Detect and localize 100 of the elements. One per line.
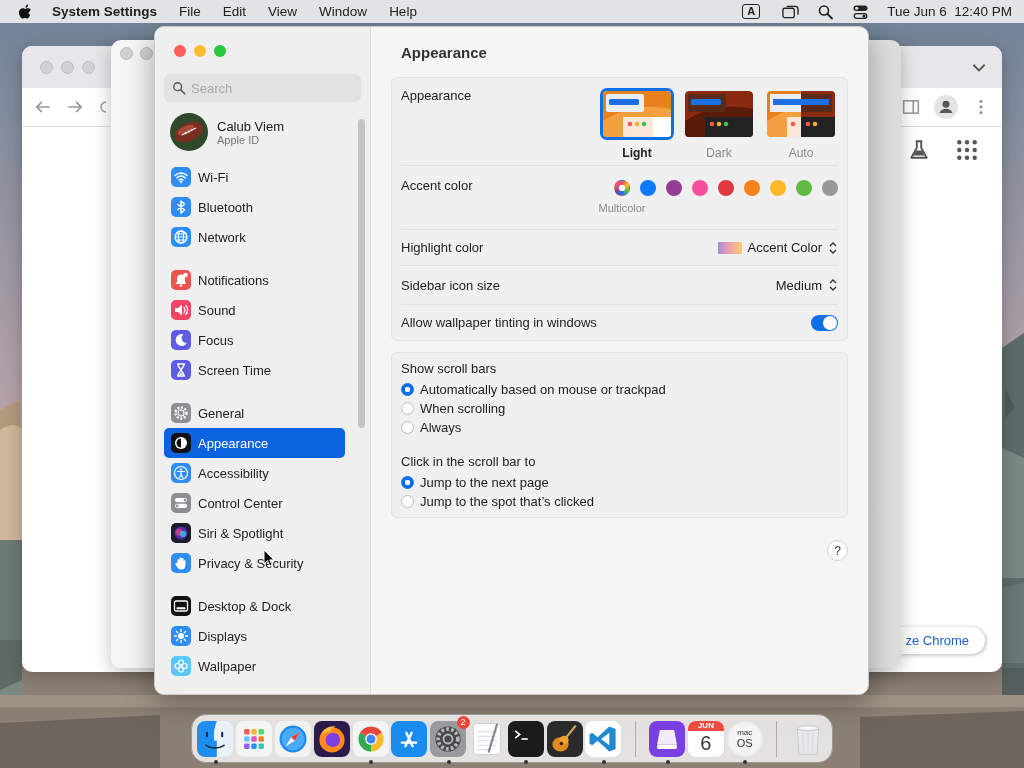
apple-logo-icon[interactable] [18, 3, 32, 20]
accent-swatch[interactable] [822, 180, 838, 196]
flask-icon[interactable] [908, 139, 930, 161]
gear-icon[interactable] [430, 720, 467, 757]
flower-icon [171, 656, 191, 676]
search-icon [172, 81, 186, 96]
drive-icon[interactable] [649, 720, 686, 757]
accent-swatch[interactable] [744, 180, 760, 196]
highlight-popup[interactable]: Accent Color [717, 240, 838, 255]
app-menu[interactable]: System Settings [52, 4, 158, 19]
search-field[interactable]: Search [164, 74, 361, 103]
terminal-icon[interactable] [507, 720, 544, 757]
input-source-indicator[interactable]: A [742, 4, 761, 19]
sidebar-item[interactable]: Network [164, 222, 345, 252]
sidebar-item[interactable]: Sound [164, 295, 345, 325]
toggles-icon[interactable] [852, 3, 870, 20]
close-button[interactable] [174, 44, 186, 57]
account-name[interactable]: Calub Viem [217, 118, 284, 134]
radio-button[interactable] [401, 402, 414, 415]
toggle-switch[interactable] [811, 314, 838, 331]
installer-label: mac [737, 728, 753, 737]
sidebar-item[interactable]: Notifications [164, 265, 345, 295]
accent-swatch[interactable] [640, 180, 656, 196]
finder-face-icon[interactable] [197, 720, 234, 757]
sidebar-item[interactable]: General [164, 398, 345, 428]
wifi-icon [171, 167, 191, 187]
menu-item[interactable]: View [268, 4, 298, 19]
sidebar-item[interactable]: Wi-Fi [164, 162, 345, 192]
app-store-icon[interactable] [391, 720, 428, 757]
sidebar-item[interactable]: Wallpaper [164, 651, 345, 681]
apps-grid-icon[interactable] [956, 139, 978, 161]
sidebar-item[interactable]: Appearance [164, 428, 345, 458]
setting-label: Show scroll bars [401, 361, 498, 378]
fox-globe-icon[interactable] [313, 720, 350, 757]
ribbon-icon[interactable] [585, 720, 622, 757]
setting-label: Appearance [401, 88, 472, 105]
up-down-chevron-icon [828, 278, 838, 292]
window-control[interactable] [140, 47, 153, 60]
menu-item[interactable]: Edit [222, 4, 247, 19]
sidebar-item[interactable]: Desktop & Dock [164, 591, 345, 621]
profile-icon[interactable] [934, 95, 958, 119]
chrome-icon[interactable] [352, 720, 389, 757]
customize-button[interactable]: ze Chrome [900, 627, 985, 654]
sidebar-item[interactable]: Screen Time [164, 355, 345, 385]
radio-label[interactable]: Jump to the spot that’s clicked [420, 494, 594, 509]
radio-label[interactable]: Automatically based on mouse or trackpad [420, 382, 666, 397]
accent-swatch[interactable] [718, 180, 734, 196]
side-panel-icon[interactable] [902, 98, 920, 116]
radio-label[interactable]: Always [420, 420, 462, 435]
clock[interactable]: Tue Jun 6 12:40 PM [887, 4, 1012, 19]
accent-swatch[interactable] [666, 180, 682, 196]
sidebar-item[interactable]: Focus [164, 325, 345, 355]
hand-icon [171, 553, 191, 573]
menu-item[interactable]: Window [319, 4, 368, 19]
accent-swatch[interactable] [692, 180, 708, 196]
sidebar-item[interactable]: Siri & Spotlight [164, 518, 345, 548]
setting-label: Click in the scroll bar to [401, 454, 537, 471]
sidebar-item[interactable]: Accessibility [164, 458, 345, 488]
scrollbar[interactable] [358, 119, 365, 428]
guitar-icon[interactable] [546, 720, 583, 757]
setting-label: Accent color [401, 178, 473, 195]
gradient-swatch-icon [717, 241, 742, 254]
calendar-app-icon[interactable]: JUN 6 [687, 720, 724, 757]
radio-label[interactable]: When scrolling [420, 401, 506, 416]
menu-item[interactable]: File [179, 4, 201, 19]
gear-icon [171, 403, 191, 423]
speaker-icon [171, 300, 191, 320]
sidebar-item[interactable]: Displays [164, 621, 345, 651]
moon-icon [171, 330, 191, 350]
reload-icon[interactable] [98, 99, 106, 115]
globe-icon [171, 227, 191, 247]
accent-swatch[interactable] [796, 180, 812, 196]
theme-option[interactable]: Light [600, 88, 674, 165]
radio-button[interactable] [401, 476, 414, 489]
dock-icon [171, 596, 191, 616]
hourglass-icon [171, 360, 191, 380]
accent-swatch[interactable] [770, 180, 786, 196]
icon-size-popup[interactable]: Medium [775, 277, 838, 293]
sidebar-item[interactable]: Control Center [164, 488, 345, 518]
bell-icon [171, 270, 191, 290]
person-icon [171, 463, 191, 483]
radio-label[interactable]: Jump to the next page [420, 475, 549, 490]
bluetooth-icon [171, 197, 191, 217]
orb-icon [171, 523, 191, 543]
help-button[interactable]: ? [827, 540, 848, 561]
windows-icon[interactable] [782, 3, 800, 20]
radio-button[interactable] [401, 383, 414, 396]
sun-icon [171, 626, 191, 646]
zoom-button[interactable] [214, 44, 226, 57]
sidebar-item[interactable]: Bluetooth [164, 192, 345, 222]
accent-caption: Multicolor [598, 202, 646, 214]
installer-label: OS [736, 737, 753, 749]
installer-app-icon[interactable]: mac OS [726, 720, 763, 757]
menu-item[interactable]: Help [389, 4, 417, 19]
accent-swatch[interactable] [614, 180, 630, 196]
calendar-day: 6 [700, 730, 712, 755]
search-icon[interactable] [817, 3, 835, 20]
radio-button[interactable] [401, 495, 414, 508]
sidebar-item[interactable]: Privacy & Security [164, 548, 345, 578]
radio-button[interactable] [401, 421, 414, 434]
